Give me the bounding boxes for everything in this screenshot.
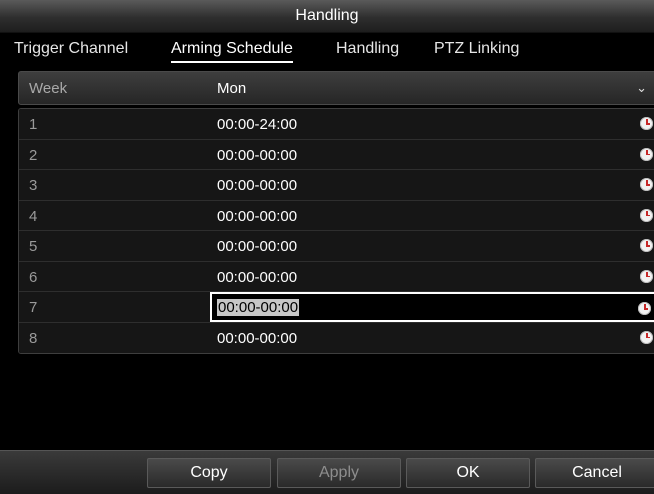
copy-button[interactable]: Copy — [147, 458, 271, 488]
tab-bar: Trigger Channel Arming Schedule Handling… — [0, 33, 654, 67]
time-period-cell[interactable]: 00:00-00:00 — [210, 201, 654, 231]
row-index: 6 — [29, 268, 38, 286]
time-period-value[interactable]: 00:00-00:00 — [217, 330, 297, 347]
time-period-value[interactable]: 00:00-00:00 — [217, 269, 297, 286]
time-period-cell[interactable]: 00:00-00:00 — [210, 170, 654, 200]
tab-handling[interactable]: Handling — [336, 40, 399, 61]
schedule-row: 4 00:00-00:00 — [19, 200, 654, 231]
row-index: 7 — [29, 299, 38, 316]
row-index: 2 — [29, 146, 38, 164]
row-index: 4 — [29, 207, 38, 225]
schedule-row: 5 00:00-00:00 — [19, 231, 654, 262]
time-period-cell[interactable]: 00:00-00:00 — [210, 231, 654, 261]
ok-button[interactable]: OK — [406, 458, 530, 488]
clock-icon[interactable] — [640, 117, 653, 130]
clock-icon[interactable] — [640, 147, 653, 161]
chevron-down-icon[interactable]: ⌄ — [636, 80, 647, 96]
button-bar: Copy Apply OK Cancel — [0, 450, 654, 494]
row-index: 1 — [29, 116, 38, 133]
schedule-row: 6 00:00-00:00 — [19, 261, 654, 292]
window-title: Handling — [0, 0, 654, 33]
window-title-text: Handling — [295, 7, 359, 24]
row-index: 5 — [29, 238, 38, 255]
time-period-value[interactable]: 00:00-00:00 — [217, 177, 297, 194]
time-period-cell[interactable]: 00:00-24:00 — [210, 109, 654, 139]
clock-icon[interactable] — [640, 239, 653, 252]
time-period-cell[interactable]: 00:00-00:00 — [210, 323, 654, 354]
tab-trigger-channel[interactable]: Trigger Channel — [14, 40, 128, 61]
schedule-row: 8 00:00-00:00 — [19, 322, 654, 354]
clock-icon[interactable] — [640, 208, 653, 222]
clock-icon[interactable] — [640, 269, 653, 283]
time-period-value[interactable]: 00:00-00:00 — [217, 299, 300, 316]
clock-icon[interactable] — [640, 330, 653, 344]
time-period-value[interactable]: 00:00-00:00 — [217, 147, 297, 164]
schedule-panel: Week Mon ⌄ 1 00:00-24:00 2 00:00-00:00 3… — [0, 67, 654, 450]
clock-icon[interactable] — [640, 178, 653, 191]
row-index: 8 — [29, 329, 38, 347]
time-period-value[interactable]: 00:00-24:00 — [217, 116, 297, 133]
schedule-row: 3 00:00-00:00 — [19, 170, 654, 201]
row-index: 3 — [29, 177, 38, 194]
time-period-cell[interactable]: 00:00-00:00 — [210, 262, 654, 292]
clock-icon[interactable] — [638, 302, 651, 315]
time-period-value[interactable]: 00:00-00:00 — [217, 208, 297, 225]
tab-arming-schedule[interactable]: Arming Schedule — [171, 40, 293, 63]
schedule-table: 1 00:00-24:00 2 00:00-00:00 3 00:00-00:0… — [18, 108, 654, 354]
time-period-cell-selected[interactable]: 00:00-00:00 — [210, 292, 654, 322]
schedule-row: 1 00:00-24:00 — [19, 109, 654, 140]
schedule-row: 2 00:00-00:00 — [19, 139, 654, 170]
week-value[interactable]: Mon — [217, 80, 246, 97]
apply-button[interactable]: Apply — [277, 458, 401, 488]
schedule-row: 7 00:00-00:00 — [19, 292, 654, 323]
time-period-value[interactable]: 00:00-00:00 — [217, 238, 297, 255]
tab-ptz-linking[interactable]: PTZ Linking — [434, 40, 519, 61]
cancel-button[interactable]: Cancel — [535, 458, 654, 488]
time-period-cell[interactable]: 00:00-00:00 — [210, 140, 654, 170]
week-label: Week — [29, 80, 68, 97]
week-selector[interactable]: Week Mon ⌄ — [18, 71, 654, 105]
